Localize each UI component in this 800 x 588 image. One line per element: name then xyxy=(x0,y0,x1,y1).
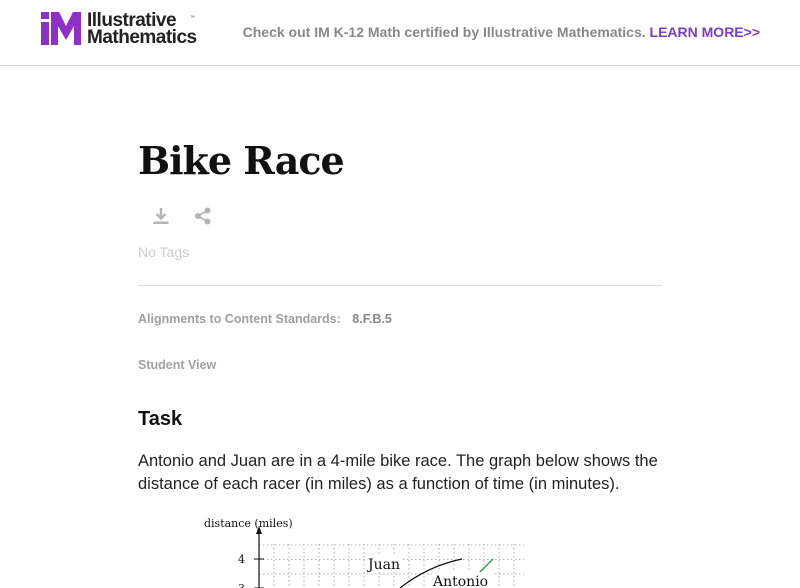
download-icon[interactable] xyxy=(152,207,170,225)
logo-wordmark: Illustrative Mathematics xyxy=(87,11,197,48)
im-logo[interactable]: Illustrative Mathematics xyxy=(41,11,197,48)
site-header: Illustrative Mathematics ™ Check out IM … xyxy=(0,0,800,66)
task-actions xyxy=(152,207,212,225)
promo-banner: Check out IM K-12 Math certified by Illu… xyxy=(243,24,760,40)
logo-trademark: ™ xyxy=(190,15,195,21)
y-tick-4: 4 xyxy=(238,553,245,566)
task-text: Antonio and Juan are in a 4-mile bike ra… xyxy=(138,452,658,493)
divider xyxy=(138,285,662,286)
logo-line-2: Mathematics xyxy=(87,27,197,48)
standard-code-link[interactable]: 8.F.B.5 xyxy=(352,312,392,326)
bike-race-graph: distance (miles) 4 3 Juan Antonio xyxy=(204,517,524,588)
page-title: Bike Race xyxy=(138,138,345,183)
antonio-label: Antonio xyxy=(432,574,488,588)
student-view-link[interactable]: Student View xyxy=(138,358,216,372)
learn-more-link[interactable]: LEARN MORE>> xyxy=(650,24,760,40)
juan-label: Juan xyxy=(366,557,400,573)
alignments-row: Alignments to Content Standards: 8.F.B.5 xyxy=(138,312,392,326)
im-logo-mark xyxy=(41,12,83,46)
y-tick-3: 3 xyxy=(238,582,245,588)
logo-m-shape xyxy=(51,12,81,45)
graph-ylabel: distance (miles) xyxy=(204,517,293,530)
alignments-label: Alignments to Content Standards: xyxy=(138,312,341,326)
share-icon[interactable] xyxy=(194,207,212,225)
promo-text: Check out IM K-12 Math certified by Illu… xyxy=(242,24,646,40)
tags-label: No Tags xyxy=(138,244,190,260)
task-heading: Task xyxy=(138,408,183,430)
